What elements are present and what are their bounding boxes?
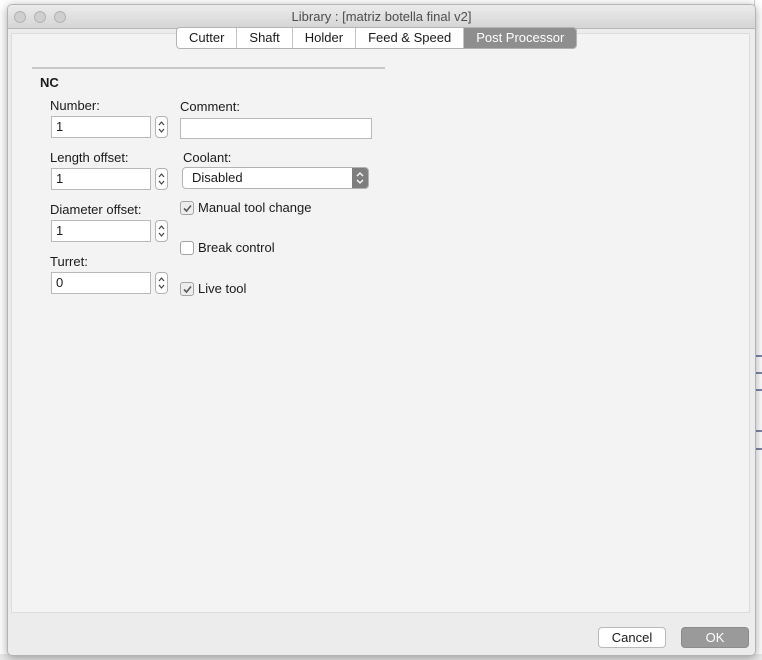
tab-shaft[interactable]: Shaft xyxy=(237,28,293,48)
turret-label: Turret: xyxy=(50,254,88,269)
close-icon[interactable] xyxy=(14,11,26,23)
post-processor-panel: NC Number: 1 Length offset: 1 Diameter o… xyxy=(11,33,750,613)
length-offset-label: Length offset: xyxy=(50,150,129,165)
number-field[interactable]: 1 xyxy=(51,116,151,138)
minimize-icon[interactable] xyxy=(34,11,46,23)
chevron-down-icon[interactable] xyxy=(158,179,165,186)
checkmark-icon xyxy=(183,204,192,213)
zoom-icon[interactable] xyxy=(54,11,66,23)
comment-label: Comment: xyxy=(180,99,240,114)
number-label: Number: xyxy=(50,98,100,113)
coolant-value: Disabled xyxy=(192,170,243,185)
break-control-checkbox[interactable] xyxy=(180,241,194,255)
diameter-offset-field[interactable]: 1 xyxy=(51,220,151,242)
nc-group-divider xyxy=(32,67,385,69)
live-tool-checkbox[interactable] xyxy=(180,282,194,296)
coolant-label: Coolant: xyxy=(183,150,232,165)
chevron-up-icon[interactable] xyxy=(158,276,165,283)
chevron-up-icon[interactable] xyxy=(158,120,165,127)
diameter-offset-label: Diameter offset: xyxy=(50,202,142,217)
nc-group-title: NC xyxy=(40,75,59,90)
cancel-button[interactable]: Cancel xyxy=(598,627,666,648)
number-stepper[interactable] xyxy=(155,116,168,138)
tab-bar: Cutter Shaft Holder Feed & Speed Post Pr… xyxy=(176,27,578,49)
length-offset-stepper[interactable] xyxy=(155,168,168,190)
library-dialog: Library : [matriz botella final v2] Cutt… xyxy=(7,4,756,656)
manual-tool-change-checkbox[interactable] xyxy=(180,201,194,215)
ok-button[interactable]: OK xyxy=(681,627,749,648)
tab-feed-speed[interactable]: Feed & Speed xyxy=(356,28,465,48)
chevron-up-icon[interactable] xyxy=(158,172,165,179)
tab-holder[interactable]: Holder xyxy=(293,28,357,48)
updown-arrows-icon xyxy=(352,168,368,188)
tab-post-processor[interactable]: Post Processor xyxy=(464,28,577,48)
break-control-label[interactable]: Break control xyxy=(198,240,275,255)
chevron-down-icon[interactable] xyxy=(158,231,165,238)
coolant-select[interactable]: Disabled xyxy=(182,167,369,189)
turret-field[interactable]: 0 xyxy=(51,272,151,294)
tab-cutter[interactable]: Cutter xyxy=(177,28,238,48)
manual-tool-change-label[interactable]: Manual tool change xyxy=(198,200,311,215)
chevron-down-icon[interactable] xyxy=(158,127,165,134)
window-title: Library : [matriz botella final v2] xyxy=(291,9,472,24)
live-tool-label[interactable]: Live tool xyxy=(198,281,246,296)
title-bar[interactable]: Library : [matriz botella final v2] xyxy=(8,5,755,29)
chevron-down-icon[interactable] xyxy=(158,283,165,290)
chevron-up-icon[interactable] xyxy=(158,224,165,231)
turret-stepper[interactable] xyxy=(155,272,168,294)
length-offset-field[interactable]: 1 xyxy=(51,168,151,190)
checkmark-icon xyxy=(183,285,192,294)
diameter-offset-stepper[interactable] xyxy=(155,220,168,242)
comment-field[interactable] xyxy=(180,118,372,139)
